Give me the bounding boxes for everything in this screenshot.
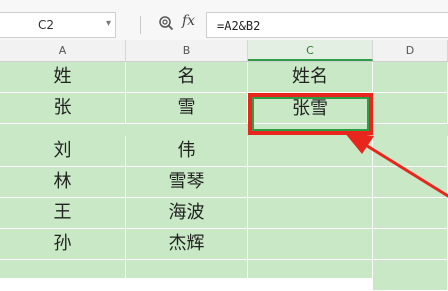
column-header-d[interactable]: D: [373, 40, 448, 61]
cell-d3[interactable]: [373, 136, 448, 166]
function-icon[interactable]: fx: [182, 13, 195, 29]
cell-d1[interactable]: [373, 62, 448, 92]
cell-a6[interactable]: 孙: [0, 229, 126, 259]
cell-b1[interactable]: 名: [126, 62, 248, 92]
table-row: 王 海波: [0, 198, 448, 229]
cell-c3[interactable]: [248, 136, 373, 166]
cell-b6[interactable]: 杰辉: [126, 229, 248, 259]
cell-a7[interactable]: [0, 260, 126, 290]
cell-c7[interactable]: [248, 260, 373, 290]
cell-c5[interactable]: [248, 198, 373, 228]
cell-c1[interactable]: 姓名: [248, 62, 373, 92]
cell-a2[interactable]: 张: [0, 93, 126, 123]
cell-a4[interactable]: 林: [0, 167, 126, 197]
cell-c4[interactable]: [248, 167, 373, 197]
column-header-a[interactable]: A: [0, 40, 126, 61]
column-header-c[interactable]: C: [248, 40, 373, 61]
table-row: 刘 伟: [0, 136, 448, 167]
chevron-down-icon[interactable]: ▾: [106, 18, 111, 29]
active-cell-outline: [252, 97, 369, 131]
table-row: 孙 杰辉: [0, 229, 448, 260]
column-header-row: A B C D: [0, 40, 448, 62]
formula-bar: C2 ▾ fx =A2&B2: [0, 0, 448, 41]
cell-b7[interactable]: [126, 260, 248, 290]
zoom-icon[interactable]: [158, 15, 174, 31]
cell-d6[interactable]: [373, 229, 448, 259]
cell-d5[interactable]: [373, 198, 448, 228]
cell-b4[interactable]: 雪琴: [126, 167, 248, 197]
cell-c6[interactable]: [248, 229, 373, 259]
name-box-value: C2: [38, 18, 55, 32]
cell-d7[interactable]: [373, 260, 448, 290]
toolbar-divider: [140, 16, 141, 34]
table-row: 林 雪琴: [0, 167, 448, 198]
cell-a5[interactable]: 王: [0, 198, 126, 228]
cell-b2[interactable]: 雪: [126, 93, 248, 123]
column-header-b[interactable]: B: [126, 40, 248, 61]
table-row: [0, 260, 448, 291]
table-row: 姓 名 姓名: [0, 62, 448, 93]
cell-d4[interactable]: [373, 167, 448, 197]
table-row: 张 雪 张雪: [0, 93, 448, 124]
cell-d2[interactable]: [373, 93, 448, 123]
cell-b5[interactable]: 海波: [126, 198, 248, 228]
name-box[interactable]: C2 ▾: [0, 12, 116, 38]
cell-a3[interactable]: 刘: [0, 136, 126, 166]
sheet-grid: 姓 名 姓名 张 雪 张雪 刘 伟 林 雪琴 王 海波 孙 杰辉: [0, 62, 448, 290]
formula-text: =A2&B2: [217, 19, 261, 33]
cell-b3[interactable]: 伟: [126, 136, 248, 166]
cell-a1[interactable]: 姓: [0, 62, 126, 92]
formula-input[interactable]: =A2&B2: [206, 12, 448, 38]
